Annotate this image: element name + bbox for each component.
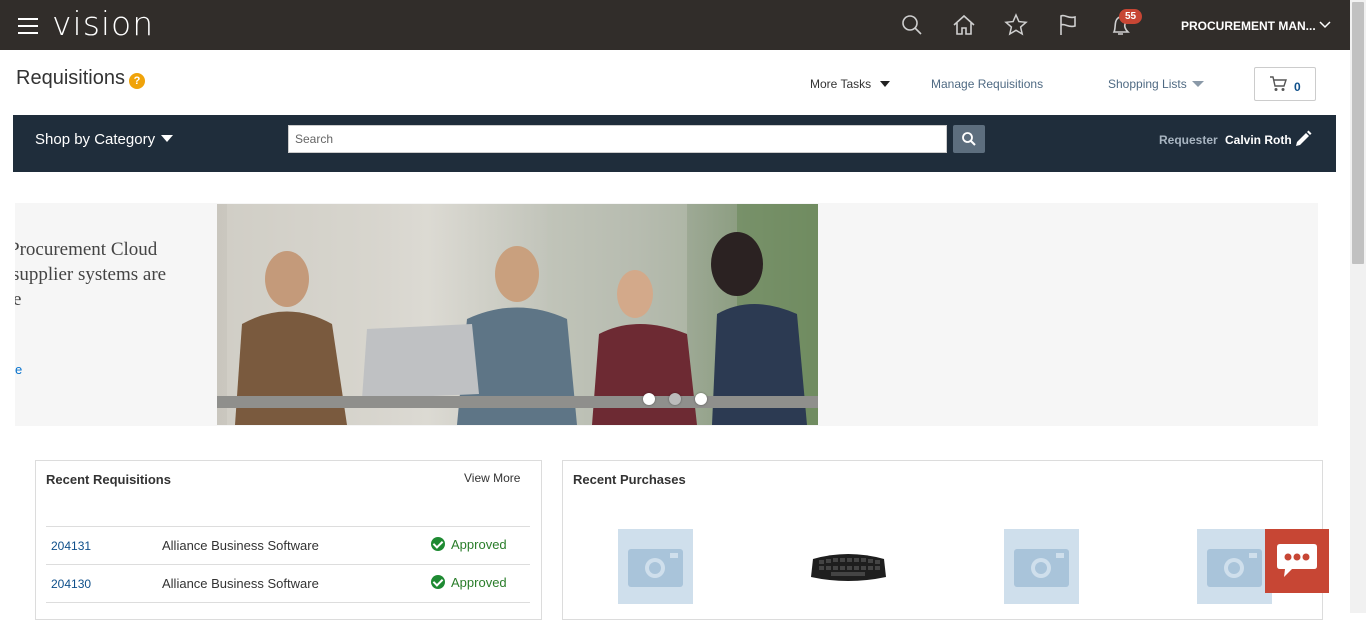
carousel-dot-2[interactable] (669, 393, 681, 405)
chevron-down-icon[interactable] (1319, 21, 1331, 29)
cart-icon (1270, 76, 1287, 91)
search-icon[interactable] (899, 12, 925, 38)
search-icon (962, 132, 976, 146)
carousel-dot-1[interactable] (643, 393, 655, 405)
manage-requisitions-link[interactable]: Manage Requisitions (931, 77, 1043, 91)
purchase-item-3[interactable] (1004, 529, 1079, 604)
keyboard-image (811, 554, 886, 581)
table-row[interactable]: 204131 Alliance Business Software Approv… (46, 526, 530, 564)
promo-carousel: Procurement Cloud supplier systems are e… (15, 203, 1318, 426)
purchase-item-2[interactable] (811, 529, 886, 604)
carousel-text: Procurement Cloud supplier systems are e (15, 237, 215, 312)
status-text: Approved (451, 537, 507, 552)
recent-purchases-title: Recent Purchases (573, 472, 686, 487)
shopping-lists-menu[interactable]: Shopping Lists (1108, 77, 1205, 91)
check-circle-icon (431, 537, 445, 551)
page-scrollbar[interactable] (1350, 0, 1366, 613)
carousel-learn-more-link[interactable]: e (15, 362, 22, 377)
requisition-number[interactable]: 204130 (51, 577, 91, 591)
shopping-lists-label: Shopping Lists (1108, 77, 1187, 91)
view-more-link[interactable]: View More (464, 471, 520, 485)
camera-placeholder-icon (1014, 549, 1069, 587)
supplier-name: Alliance Business Software (162, 538, 319, 553)
recent-requisitions-panel: Recent Requisitions View More 204131 All… (35, 460, 542, 620)
caret-down-icon (1192, 81, 1205, 87)
check-circle-icon (431, 575, 445, 589)
camera-placeholder-icon (1207, 549, 1262, 587)
caret-down-icon (161, 135, 174, 142)
carousel-dots (643, 392, 721, 410)
carousel-dot-3[interactable] (695, 393, 707, 405)
shop-by-category-menu[interactable]: Shop by Category (35, 131, 174, 148)
global-header: vision 55 PROCUREMENT MAN... (0, 0, 1350, 50)
notification-badge[interactable]: 55 (1119, 9, 1143, 24)
chat-button[interactable] (1265, 529, 1329, 593)
help-icon[interactable]: ? (129, 73, 145, 89)
flag-icon[interactable] (1055, 12, 1081, 38)
carousel-line-1: Procurement Cloud (15, 239, 158, 260)
search-input[interactable] (288, 125, 947, 153)
status-text: Approved (451, 575, 507, 590)
chat-bubble-icon (1277, 544, 1317, 577)
page-title: Requisitions (16, 67, 125, 89)
requester-label: Requester (1159, 133, 1218, 147)
shopping-nav-bar: Shop by Category Requester Calvin Roth (13, 115, 1336, 172)
requisition-number[interactable]: 204131 (51, 539, 91, 553)
carousel-line-3: e (15, 289, 22, 310)
table-row[interactable]: 204130 Alliance Business Software Approv… (46, 564, 530, 602)
menu-icon[interactable] (18, 18, 38, 34)
more-tasks-menu[interactable]: More Tasks (810, 77, 891, 91)
purchase-item-1[interactable] (618, 529, 693, 604)
shopping-cart-button[interactable]: 0 (1254, 67, 1316, 101)
recent-purchases-panel: Recent Purchases (562, 460, 1323, 620)
app-logo[interactable]: vision (52, 4, 154, 43)
edit-pencil-icon[interactable] (1293, 129, 1313, 149)
shop-by-category-label: Shop by Category (35, 131, 156, 148)
supplier-name: Alliance Business Software (162, 576, 319, 591)
requester-name: Calvin Roth (1225, 133, 1292, 147)
user-menu[interactable]: PROCUREMENT MAN... (1181, 19, 1316, 33)
recent-requisitions-title: Recent Requisitions (46, 472, 171, 487)
status-badge: Approved (431, 575, 507, 590)
status-badge: Approved (431, 537, 507, 552)
star-icon[interactable] (1003, 12, 1029, 38)
carousel-line-2: supplier systems are (15, 264, 167, 285)
cart-count: 0 (1294, 80, 1301, 94)
camera-placeholder-icon (628, 549, 683, 587)
meeting-photo-illustration (217, 204, 818, 425)
more-tasks-label: More Tasks (810, 77, 872, 91)
home-icon[interactable] (951, 12, 977, 38)
carousel-image (217, 204, 818, 425)
scrollbar-thumb[interactable] (1352, 2, 1364, 264)
search-button[interactable] (953, 125, 985, 153)
purchase-item-4[interactable] (1197, 529, 1272, 604)
caret-down-icon (880, 81, 891, 87)
table-row[interactable] (46, 602, 530, 640)
